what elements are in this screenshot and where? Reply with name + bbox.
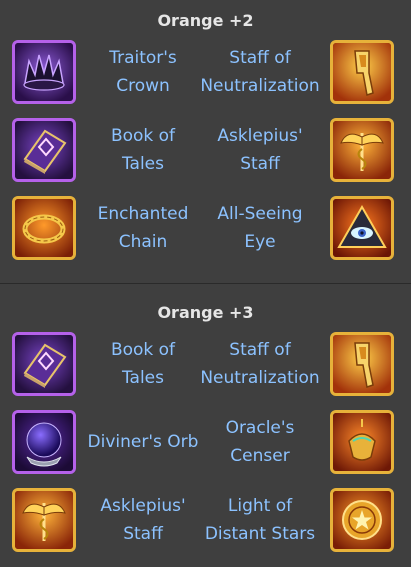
item-name: Book of Tales [110,126,176,174]
crown-icon[interactable] [12,40,76,104]
item-name: All-Seeing Eye [217,204,303,252]
winged-staff-icon[interactable] [12,488,76,552]
book-icon[interactable] [12,118,76,182]
staff-icon[interactable] [330,40,394,104]
artifact-list: Orange +2 Traitor's Crown Staff of Neutr… [0,0,411,567]
eye-pyramid-icon[interactable] [330,196,394,260]
book-icon[interactable] [12,332,76,396]
censer-icon[interactable] [330,410,394,474]
section-orange-3: Orange +3 Book of Tales Staff of Neutral… [0,284,411,567]
winged-staff-icon[interactable] [330,118,394,182]
item-name: Book of Tales [110,340,176,388]
orb-icon[interactable] [12,410,76,474]
item-row: Enchanted Chain All-Seeing Eye [0,189,411,267]
item-row: Asklepius' Staff Light of Distant Stars [0,481,411,559]
item-row: Book of Tales Asklepius' Staff [0,111,411,189]
staff-icon[interactable] [330,332,394,396]
section-title: Orange +2 [157,11,254,30]
item-name: Staff of Neutralization [200,340,320,388]
item-name: Oracle's Censer [225,418,295,466]
item-row: Diviner's Orb Oracle's Censer [0,403,411,481]
chain-icon[interactable] [12,196,76,260]
item-name: Asklepius' Staff [217,126,303,174]
item-name: Light of Distant Stars [204,496,316,544]
item-name: Asklepius' Staff [100,496,186,544]
star-coin-icon[interactable] [330,488,394,552]
item-name: Diviner's Orb [87,432,199,452]
section-orange-2: Orange +2 Traitor's Crown Staff of Neutr… [0,0,411,283]
section-title: Orange +3 [157,303,254,322]
item-row: Traitor's Crown Staff of Neutralization [0,33,411,111]
item-row: Book of Tales Staff of Neutralization [0,325,411,403]
item-name: Staff of Neutralization [200,48,320,96]
item-name: Enchanted Chain [97,204,189,252]
item-name: Traitor's Crown [109,48,177,96]
